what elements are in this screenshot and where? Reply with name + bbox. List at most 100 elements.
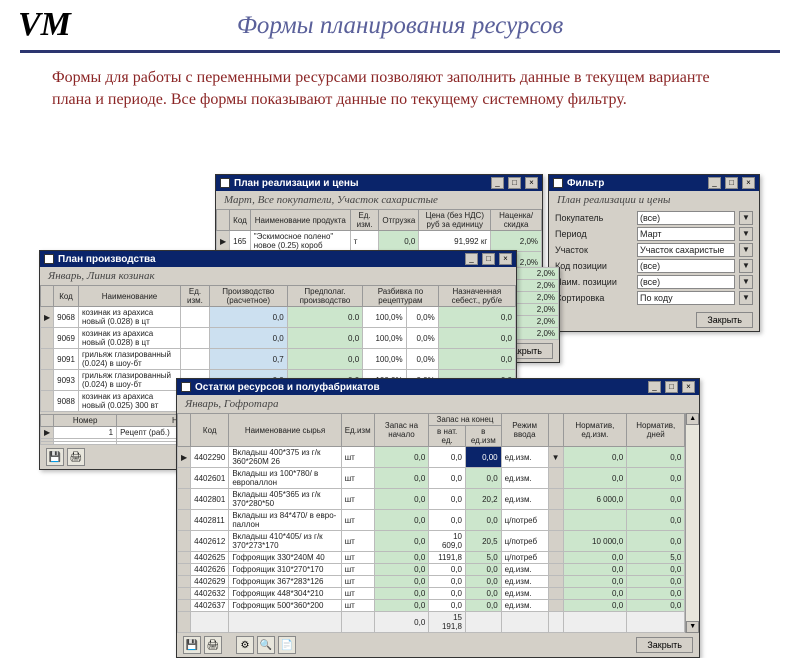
table-row: 9091грильяж глазированный (0.024) в шоу-… xyxy=(41,349,516,370)
filter-label: Код позиции xyxy=(555,261,633,271)
max-button[interactable]: □ xyxy=(665,381,678,393)
filter-value[interactable]: (все) xyxy=(637,211,735,225)
col-header[interactable]: Ед. изм. xyxy=(181,286,210,307)
col-header[interactable]: Наименование сырья xyxy=(229,414,341,447)
min-button[interactable]: _ xyxy=(708,177,721,189)
min-button[interactable]: _ xyxy=(491,177,504,189)
col-header[interactable]: Наценка/скидка xyxy=(491,210,542,231)
sys-icon xyxy=(44,254,54,264)
col-header[interactable]: Код xyxy=(230,210,251,231)
dropdown-button[interactable]: ▼ xyxy=(739,243,753,257)
dropdown-button[interactable]: ▼ xyxy=(739,291,753,305)
close-button[interactable]: × xyxy=(525,177,538,189)
close-button[interactable]: × xyxy=(742,177,755,189)
window-stock: Остатки ресурсов и полуфабрикатов _ □ × … xyxy=(176,378,700,658)
vertical-scrollbar: ▲ ▼ xyxy=(685,413,699,633)
col-header[interactable]: Норматив, дней xyxy=(627,414,685,447)
search-icon[interactable]: 🔍 xyxy=(257,636,275,654)
max-button[interactable]: □ xyxy=(725,177,738,189)
filter-label: Участок xyxy=(555,245,633,255)
col-header[interactable]: Режим ввода xyxy=(501,414,548,447)
col-header[interactable]: Предполаг. производство xyxy=(287,286,362,307)
logo: VM xyxy=(18,6,71,44)
window-title: План реализации и цены xyxy=(234,178,487,189)
table-row: ▶9068козинак из арахиса новый (0.028) в … xyxy=(41,307,516,328)
close-window-button[interactable]: Закрыть xyxy=(636,637,693,653)
tool-icon[interactable]: ⚙ xyxy=(236,636,254,654)
max-button[interactable]: □ xyxy=(482,253,495,265)
max-button[interactable]: □ xyxy=(508,177,521,189)
filter-label: Сортировка xyxy=(555,293,633,303)
col-header[interactable]: Запас на конец xyxy=(429,414,501,426)
col-header[interactable]: Назначенная себест., руб/е xyxy=(438,286,515,307)
close-window-button[interactable]: Закрыть xyxy=(696,312,753,328)
table-row: 4402629Гофроящик 367*283*126шт0,00,00,0е… xyxy=(178,576,685,588)
filter-value[interactable]: Март xyxy=(637,227,735,241)
col-subheader[interactable]: в ед.изм xyxy=(465,426,501,447)
col-header[interactable]: Отгрузка xyxy=(379,210,419,231)
sys-icon xyxy=(553,178,563,188)
save-icon[interactable]: 💾 xyxy=(183,636,201,654)
filter-value[interactable]: (все) xyxy=(637,275,735,289)
col-header[interactable]: Код xyxy=(191,414,229,447)
window-title: План производства xyxy=(58,254,461,265)
window-subtitle: Январь, Линия козинак xyxy=(40,267,516,285)
dropdown-button[interactable]: ▼ xyxy=(739,259,753,273)
table-row: 4402632Гофроящик 448*304*210шт0,00,00,0е… xyxy=(178,588,685,600)
col-header[interactable]: Номер xyxy=(54,415,117,427)
col-header[interactable]: Наименование продукта xyxy=(250,210,350,231)
filter-label: Наим. позиции xyxy=(555,277,633,287)
print-icon[interactable]: 🖨 xyxy=(204,636,222,654)
col-subheader[interactable]: в нат. ед. xyxy=(429,426,466,447)
dropdown-button[interactable]: ▼ xyxy=(739,211,753,225)
filter-value[interactable]: (все) xyxy=(637,259,735,273)
window-filter: Фильтр _ □ × План реализации и цены Поку… xyxy=(548,174,760,332)
table-row: 9069козинак из арахиса новый (0.028) в ц… xyxy=(41,328,516,349)
table-row: 4402625Гофроящик 330*240M 40шт0,01191,85… xyxy=(178,552,685,564)
filter-subtitle: План реализации и цены xyxy=(549,191,759,209)
col-header[interactable]: Запас на начало xyxy=(374,414,429,447)
table-row: 4402626Гофроящик 310*270*170шт0,00,00,0е… xyxy=(178,564,685,576)
table-row: ▶165"Эскимосное полено" новое (0.25) кор… xyxy=(217,231,542,252)
close-button[interactable]: × xyxy=(499,253,512,265)
scroll-up-button[interactable]: ▲ xyxy=(686,413,699,425)
table-row: 4402811Вкладыш из 84*470/ в евро-паллонш… xyxy=(178,510,685,531)
sys-icon xyxy=(181,382,191,392)
table-row: 4402612Вкладыш 410*405/ из г/к 370*273*1… xyxy=(178,531,685,552)
filter-value[interactable]: По коду xyxy=(637,291,735,305)
table-row: 4402601Вкладыш из 100*780/ в европаллонш… xyxy=(178,468,685,489)
col-header[interactable]: Ед.изм xyxy=(341,414,374,447)
col-header[interactable]: Ед. изм. xyxy=(350,210,379,231)
col-header[interactable]: Код xyxy=(54,286,79,307)
dropdown-button[interactable]: ▼ xyxy=(739,275,753,289)
filter-label: Период xyxy=(555,229,633,239)
filter-value[interactable]: Участок сахаристые xyxy=(637,243,735,257)
sys-icon xyxy=(220,178,230,188)
min-button[interactable]: _ xyxy=(465,253,478,265)
print-icon[interactable]: 🖨 xyxy=(67,448,85,466)
window-title: Остатки ресурсов и полуфабрикатов xyxy=(195,382,644,393)
min-button[interactable]: _ xyxy=(648,381,661,393)
stock-grid[interactable]: Код Наименование сырья Ед.изм Запас на н… xyxy=(177,413,685,633)
save-icon[interactable]: 💾 xyxy=(46,448,64,466)
titlebar[interactable]: Остатки ресурсов и полуфабрикатов _ □ × xyxy=(177,379,699,395)
filter-label: Покупатель xyxy=(555,213,633,223)
scroll-down-button[interactable]: ▼ xyxy=(686,621,699,633)
titlebar[interactable]: План производства _ □ × xyxy=(40,251,516,267)
close-button[interactable]: × xyxy=(682,381,695,393)
dropdown-button[interactable]: ▼ xyxy=(739,227,753,241)
table-row: 4402801Вкладыш 405*365 из г/к 370*280*50… xyxy=(178,489,685,510)
col-header[interactable]: Норматив, ед.изм. xyxy=(563,414,627,447)
page-title: Формы планирования ресурсов xyxy=(20,12,780,40)
col-header[interactable]: Производство (расчетное) xyxy=(209,286,287,307)
titlebar[interactable]: План реализации и цены _ □ × xyxy=(216,175,542,191)
table-totals: 0,015 191,8 xyxy=(178,612,685,633)
col-header[interactable]: Цена (без НДС) руб за единицу xyxy=(419,210,491,231)
table-row: ▶4402290Вкладыш 400*375 из г/к 360*260M … xyxy=(178,447,685,468)
titlebar[interactable]: Фильтр _ □ × xyxy=(549,175,759,191)
tool-icon[interactable]: 📄 xyxy=(278,636,296,654)
scroll-track[interactable] xyxy=(686,425,699,621)
table-row: 4402637Гофроящик 500*360*200шт0,00,00,0е… xyxy=(178,600,685,612)
col-header[interactable]: Наименование xyxy=(78,286,180,307)
col-header[interactable]: Разбивка по рецептурам xyxy=(363,286,439,307)
